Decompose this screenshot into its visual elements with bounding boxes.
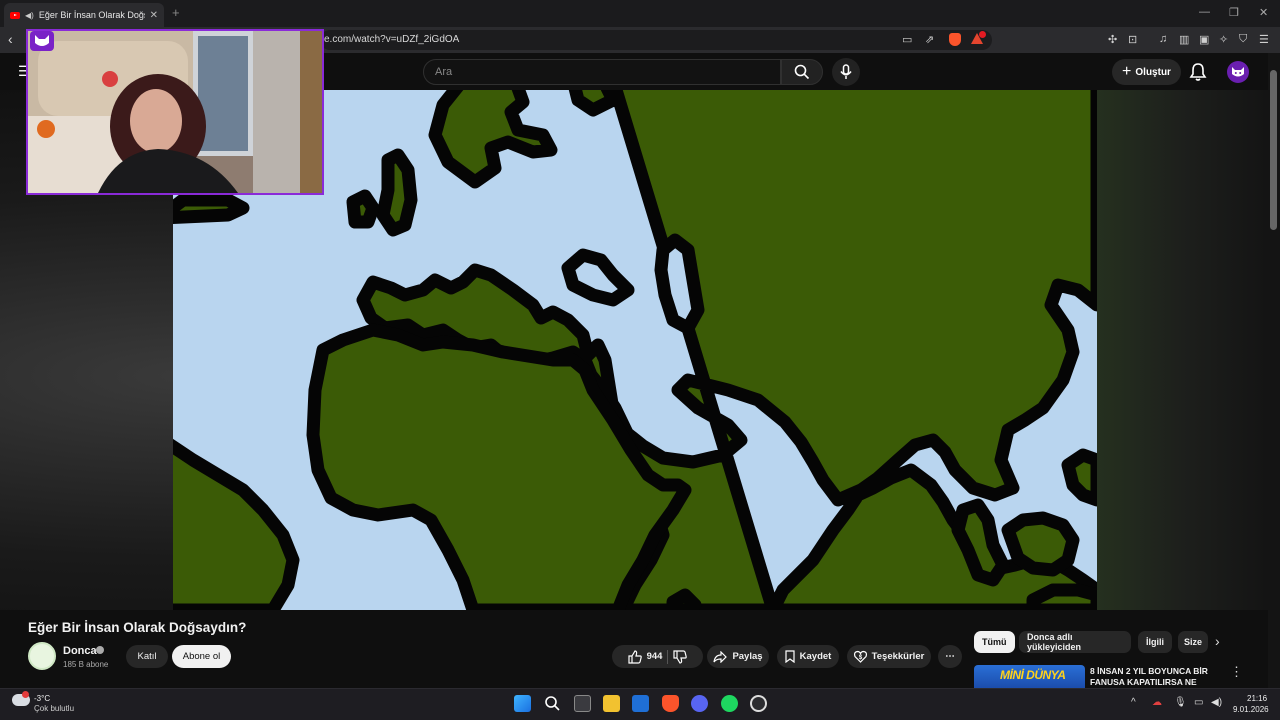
streamer-logo-icon bbox=[30, 31, 54, 51]
leo-ai-icon[interactable]: ✧ bbox=[1219, 33, 1228, 46]
thumbnail-text: MİNİ DÜNYA bbox=[1000, 668, 1066, 682]
media-icon[interactable]: ♫ bbox=[1159, 33, 1167, 45]
video-title: Eğer Bir İnsan Olarak Doğsaydın? bbox=[28, 620, 247, 635]
map-land-island-c bbox=[1061, 448, 1097, 507]
cast-icon[interactable]: ▭ bbox=[902, 33, 912, 46]
back-button[interactable]: ‹ bbox=[8, 31, 13, 47]
ambient-background-right bbox=[1097, 90, 1268, 610]
save-button[interactable]: Kaydet bbox=[777, 645, 839, 668]
new-tab-button[interactable]: + bbox=[172, 5, 180, 20]
dislike-icon[interactable] bbox=[673, 649, 688, 664]
youtube-favicon-icon bbox=[10, 11, 20, 19]
recommended-video-title[interactable]: 8 İNSAN 2 YIL BOYUNCA BİR FANUSA KAPATIL… bbox=[1090, 666, 1220, 688]
scrollbar-thumb[interactable] bbox=[1270, 70, 1277, 230]
create-label: Oluştur bbox=[1135, 66, 1171, 78]
cat-face-icon bbox=[35, 35, 49, 46]
like-divider bbox=[667, 649, 669, 664]
map-land-island-d bbox=[1026, 583, 1097, 610]
chevron-right-icon[interactable]: › bbox=[1215, 633, 1220, 649]
brave-shields-icon[interactable] bbox=[949, 33, 961, 46]
browser-tab[interactable]: ◀) Eğer Bir İnsan Olarak Doğsayd ✕ bbox=[4, 3, 164, 27]
minimize-button[interactable]: — bbox=[1199, 6, 1210, 18]
tray-overflow-icon[interactable]: ^ bbox=[1131, 697, 1136, 708]
bookmark-icon bbox=[785, 650, 795, 663]
chip-all[interactable]: Tümü bbox=[974, 631, 1015, 653]
tray-microphone-icon[interactable]: 🎙︎ bbox=[1174, 697, 1187, 708]
notifications-button[interactable] bbox=[1189, 62, 1207, 87]
map-land-island-b bbox=[1001, 511, 1080, 577]
thanks-button[interactable]: $ Teşekkürler bbox=[847, 645, 931, 668]
discord-icon[interactable] bbox=[691, 695, 708, 712]
clock-date[interactable]: 9.01.2026 bbox=[1233, 705, 1269, 714]
account-avatar[interactable] bbox=[1227, 61, 1249, 83]
task-view-icon[interactable] bbox=[574, 695, 591, 712]
share-page-icon[interactable]: ⇗ bbox=[925, 33, 934, 46]
share-label: Paylaş bbox=[732, 651, 763, 662]
more-actions-button[interactable]: ⋯ bbox=[938, 645, 962, 668]
thanks-label: Teşekkürler bbox=[871, 651, 925, 662]
share-button[interactable]: Paylaş bbox=[707, 645, 769, 668]
spotify-icon[interactable] bbox=[721, 695, 738, 712]
channel-name[interactable]: Donca bbox=[63, 645, 97, 657]
recommended-more-icon[interactable]: ⋮ bbox=[1230, 664, 1243, 680]
share-icon bbox=[713, 650, 728, 663]
taskbar-search-icon[interactable] bbox=[544, 695, 561, 712]
plus-icon: + bbox=[1122, 63, 1132, 80]
super-thanks-icon: $ bbox=[853, 650, 867, 663]
menu-icon[interactable]: ☰ bbox=[1259, 33, 1269, 46]
search-icon bbox=[794, 64, 810, 80]
extensions-icon[interactable]: ✣ bbox=[1108, 33, 1117, 46]
vpn-icon[interactable]: ⛉ bbox=[1239, 33, 1247, 46]
sidebar-icon[interactable]: ▥ bbox=[1179, 33, 1189, 46]
tray-network-icon[interactable]: ▭ bbox=[1194, 697, 1203, 708]
chip-from-uploader[interactable]: Donca adlı yükleyiciden bbox=[1019, 631, 1131, 653]
map-land-ireland bbox=[346, 189, 380, 229]
map-sea-caspian bbox=[654, 233, 705, 335]
microphone-icon bbox=[840, 64, 852, 79]
mail-icon[interactable] bbox=[632, 695, 649, 712]
clock-time[interactable]: 21:16 bbox=[1247, 694, 1267, 703]
save-label: Kaydet bbox=[799, 651, 832, 662]
chip-for-you[interactable]: Size bbox=[1178, 631, 1208, 653]
map-land-greenland bbox=[173, 193, 250, 225]
weather-temperature[interactable]: -3°C bbox=[34, 694, 50, 703]
tray-app-icon[interactable]: ☁ bbox=[1152, 697, 1162, 708]
map-land-madagascar bbox=[666, 588, 702, 610]
wallet-icon[interactable]: ▣ bbox=[1199, 33, 1209, 46]
cat-face-icon bbox=[1232, 67, 1244, 77]
obs-icon[interactable] bbox=[750, 695, 767, 712]
tray-volume-icon[interactable]: ◀) bbox=[1211, 697, 1222, 708]
subscriber-count: 185 B abone bbox=[63, 660, 109, 669]
tab-title: Eğer Bir İnsan Olarak Doğsayd bbox=[38, 10, 145, 20]
search-input[interactable] bbox=[435, 64, 765, 80]
like-count: 944 bbox=[646, 651, 663, 662]
close-window-button[interactable]: ✕ bbox=[1259, 6, 1268, 19]
screenshot-icon[interactable]: ⊡ bbox=[1128, 33, 1137, 46]
windows-start-icon[interactable] bbox=[514, 695, 531, 712]
notification-badge bbox=[979, 31, 986, 38]
weather-alert-badge bbox=[22, 691, 29, 698]
webcam-feed-image bbox=[28, 31, 322, 193]
maximize-button[interactable]: ❐ bbox=[1229, 6, 1239, 19]
webcam-overlay bbox=[26, 29, 324, 195]
channel-avatar[interactable] bbox=[28, 642, 56, 670]
join-button[interactable]: Katıl bbox=[126, 645, 168, 668]
like-dislike-group: 944 bbox=[612, 645, 703, 668]
tab-close-icon[interactable]: ✕ bbox=[150, 10, 158, 21]
weather-description[interactable]: Çok bulutlu bbox=[34, 704, 74, 713]
voice-search-button[interactable] bbox=[832, 58, 860, 86]
browser-title-bar bbox=[0, 0, 1280, 27]
create-button[interactable]: + Oluştur bbox=[1112, 59, 1181, 85]
search-button[interactable] bbox=[781, 59, 823, 85]
verified-badge-icon bbox=[96, 646, 104, 654]
map-land-britain bbox=[376, 148, 418, 237]
chip-related[interactable]: İlgili bbox=[1138, 631, 1172, 653]
file-explorer-icon[interactable] bbox=[603, 695, 620, 712]
like-icon[interactable] bbox=[627, 649, 642, 664]
subscribe-button[interactable]: Abone ol bbox=[172, 645, 231, 668]
url-text: e.com/watch?v=uDZf_2iGdOA bbox=[324, 34, 460, 45]
bell-icon bbox=[1189, 63, 1207, 81]
brave-browser-icon[interactable] bbox=[662, 695, 679, 712]
speaker-icon[interactable]: ◀) bbox=[25, 11, 34, 20]
